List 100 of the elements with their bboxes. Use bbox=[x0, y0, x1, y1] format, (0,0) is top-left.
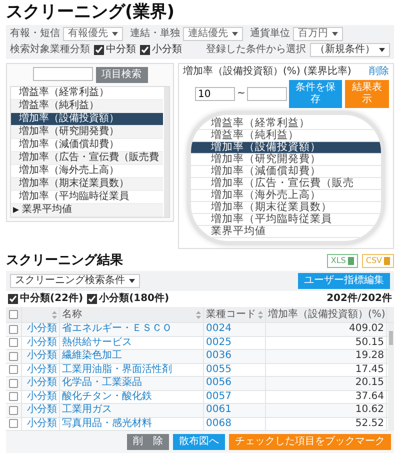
action-button[interactable]: チェックした項目をブックマーク bbox=[229, 434, 391, 450]
row-checkbox[interactable] bbox=[9, 419, 18, 428]
sort-icon[interactable] bbox=[196, 310, 201, 318]
user-metric-button[interactable]: ユーザー指標編集 bbox=[298, 273, 390, 289]
name-link[interactable]: 工業用油脂・界面活性剤 bbox=[62, 364, 172, 376]
list-item[interactable]: 増加率（広告・宣伝費（販売費 bbox=[11, 152, 163, 165]
option-label: 有報・短信 bbox=[10, 28, 60, 40]
saved-conditions-label: 登録した条件から選択 bbox=[206, 44, 306, 56]
delete-link[interactable]: 削除 bbox=[369, 66, 389, 78]
row-checkbox[interactable] bbox=[9, 378, 18, 388]
name-link[interactable]: 省エネルギー・ＥＳＣＯ bbox=[62, 323, 172, 336]
code-link[interactable]: 0057 bbox=[206, 390, 232, 403]
item-search-field[interactable] bbox=[32, 67, 92, 81]
option-select[interactable]: 有報優先 bbox=[63, 27, 123, 41]
list-item[interactable]: 増加率（研究開発費） bbox=[11, 126, 163, 139]
row-checkbox[interactable] bbox=[9, 324, 18, 334]
column-header: 増加率（設備投資額）(%) bbox=[268, 308, 386, 320]
value-cell: 409.02 bbox=[349, 323, 384, 336]
scrollbar[interactable] bbox=[388, 323, 394, 431]
preset-select[interactable]: スクリーニング検索条件 bbox=[10, 274, 140, 288]
code-link[interactable]: 0061 bbox=[206, 404, 232, 416]
section-title: スクリーニング結果 bbox=[6, 253, 123, 269]
row-checkbox[interactable] bbox=[9, 338, 18, 348]
row-checkbox[interactable] bbox=[9, 365, 18, 374]
class-link[interactable]: 小分類 bbox=[27, 377, 57, 390]
magnified-item: 増加率（研究開発費） bbox=[191, 154, 381, 166]
class-link[interactable]: 小分類 bbox=[27, 404, 57, 416]
magnified-item: 業界平均値 bbox=[191, 226, 381, 238]
checkbox-label: 中分類 bbox=[106, 44, 136, 56]
action-button[interactable]: 削 除 bbox=[127, 434, 169, 450]
file-icon bbox=[384, 257, 390, 265]
name-link[interactable]: 繊維染色加工 bbox=[62, 350, 122, 362]
caret-icon bbox=[232, 32, 238, 36]
checkbox-label: 小分類(180件) bbox=[99, 293, 170, 305]
code-link[interactable]: 0036 bbox=[206, 350, 232, 362]
code-link[interactable]: 0068 bbox=[206, 418, 232, 430]
export-button[interactable]: CSV bbox=[362, 254, 394, 268]
code-link[interactable]: 0024 bbox=[206, 323, 232, 336]
class-link[interactable]: 小分類 bbox=[27, 323, 57, 336]
caret-icon bbox=[332, 32, 338, 36]
filter-label: 検索対象業種分類 bbox=[10, 44, 90, 56]
checkbox-label: 中分類(22件) bbox=[20, 293, 84, 305]
list-item[interactable]: 増加率（期末従業員数） bbox=[11, 178, 163, 191]
value-cell: 52.52 bbox=[355, 418, 384, 430]
list-group[interactable]: 業界平均値 bbox=[11, 204, 163, 217]
class-link[interactable]: 小分類 bbox=[27, 390, 57, 403]
result-count: 202件/202件 bbox=[326, 293, 392, 305]
caret-icon bbox=[112, 32, 118, 36]
sort-icon[interactable] bbox=[258, 310, 263, 318]
value-cell: 37.64 bbox=[355, 390, 384, 403]
row-checkbox[interactable] bbox=[9, 406, 18, 415]
select-all-checkbox[interactable] bbox=[9, 310, 18, 319]
magnified-item: 増加率（広告・宣伝費（販売 bbox=[191, 178, 381, 190]
scrollbar[interactable] bbox=[164, 87, 169, 217]
checkbox[interactable] bbox=[87, 294, 98, 304]
name-link[interactable]: 工業用ガス bbox=[62, 404, 112, 416]
caret-icon bbox=[379, 48, 385, 52]
option-label: 連結・単独 bbox=[130, 28, 180, 40]
option-select[interactable]: 百万円 bbox=[293, 27, 343, 41]
column-header: 業種コード bbox=[206, 308, 256, 320]
class-link[interactable]: 小分類 bbox=[27, 336, 57, 349]
name-link[interactable]: 熱供給サービス bbox=[62, 336, 132, 349]
row-checkbox[interactable] bbox=[9, 392, 18, 402]
condition-button[interactable]: 結果表示 bbox=[344, 80, 389, 108]
name-link[interactable]: 化学品・工業薬品 bbox=[62, 377, 142, 390]
code-link[interactable]: 0055 bbox=[206, 364, 232, 376]
export-button[interactable]: XLS bbox=[326, 254, 358, 268]
code-link[interactable]: 0056 bbox=[206, 377, 232, 390]
class-link[interactable]: 小分類 bbox=[27, 350, 57, 362]
range-separator: ~ bbox=[237, 88, 246, 100]
max-field[interactable] bbox=[247, 87, 288, 101]
saved-conditions-select[interactable]: （新規条件） bbox=[310, 43, 390, 57]
magnified-item: 増益率（経常利益） bbox=[191, 118, 381, 130]
value-cell: 20.15 bbox=[355, 377, 384, 390]
action-button[interactable]: 散布図へ bbox=[173, 434, 225, 450]
list-item[interactable]: 増加率（設備投資額） bbox=[11, 113, 163, 126]
checkbox-label: 小分類 bbox=[152, 44, 182, 56]
magnified-item: 増加率（減価償却費） bbox=[191, 166, 381, 178]
row-checkbox[interactable] bbox=[9, 352, 18, 361]
magnified-item: 増加率（海外売上高） bbox=[191, 190, 381, 202]
item-search-button[interactable]: 項目検索 bbox=[96, 67, 148, 83]
checkbox[interactable] bbox=[140, 45, 150, 55]
class-link[interactable]: 小分類 bbox=[27, 418, 57, 430]
min-field[interactable]: 10 bbox=[195, 87, 235, 101]
list-item[interactable]: 増益率（純利益） bbox=[11, 100, 163, 113]
column-header: 名称 bbox=[62, 308, 82, 320]
class-link[interactable]: 小分類 bbox=[27, 364, 57, 376]
option-select[interactable]: 連結優先 bbox=[183, 27, 243, 41]
checkbox[interactable] bbox=[8, 294, 18, 304]
option-label: 通貨単位 bbox=[250, 28, 290, 40]
caret-icon bbox=[129, 279, 135, 283]
name-link[interactable]: 酸化チタン・酸化鉄 bbox=[62, 390, 152, 403]
condition-button[interactable]: 条件を保存 bbox=[289, 80, 342, 108]
file-icon bbox=[348, 257, 354, 265]
sort-icon[interactable] bbox=[52, 310, 57, 318]
page-title: スクリーニング(業界) bbox=[6, 2, 175, 22]
name-link[interactable]: 写真用品・感光材料 bbox=[62, 418, 152, 430]
magnified-item: 増加率（平均臨時従業員 bbox=[191, 214, 381, 226]
checkbox[interactable] bbox=[94, 45, 104, 55]
code-link[interactable]: 0025 bbox=[206, 336, 232, 349]
